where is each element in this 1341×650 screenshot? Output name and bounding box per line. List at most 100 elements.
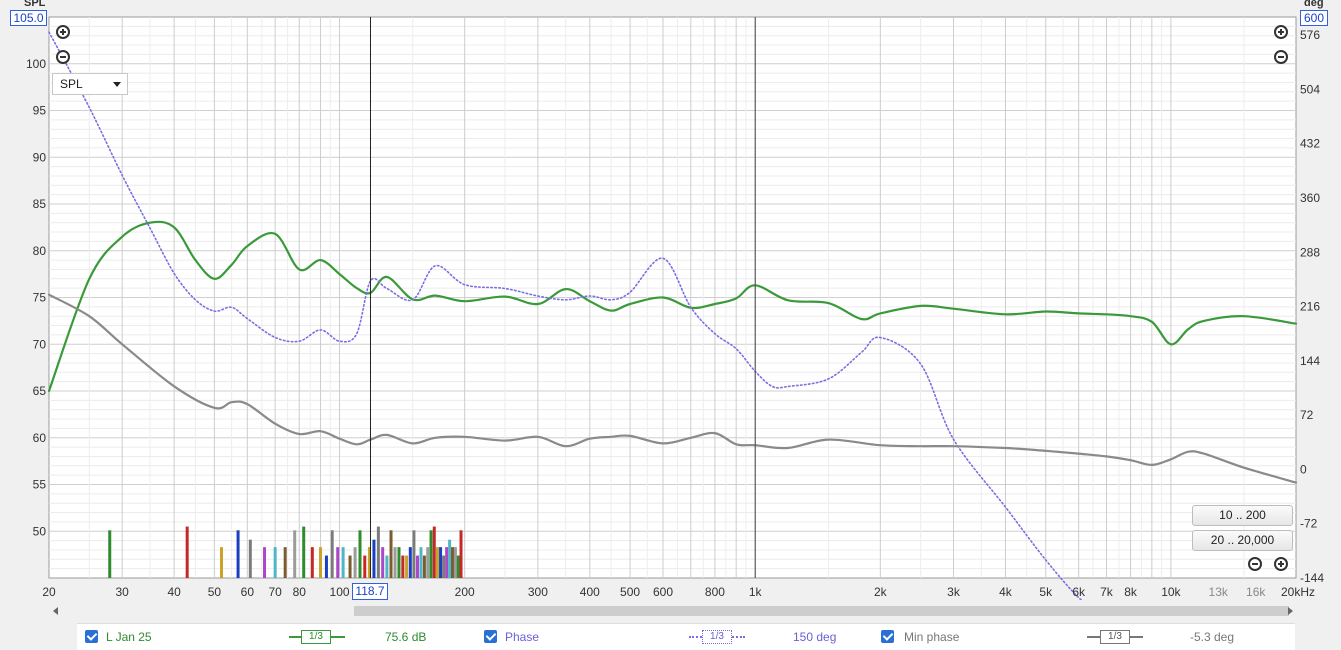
marker-bar	[319, 547, 323, 578]
marker-bar	[310, 547, 314, 578]
marker-bar	[426, 547, 430, 578]
marker-bar	[422, 555, 426, 578]
y2-tick-label: 360	[1300, 191, 1320, 205]
x-tick-label: 40	[167, 585, 181, 599]
marker-bar	[283, 547, 287, 578]
marker-bar	[415, 555, 419, 578]
marker-bar	[405, 555, 409, 578]
marker-bar	[451, 547, 455, 578]
marker-bar	[429, 530, 433, 578]
right-axis-ticks: 576 504 432 360 288 216 144 72 0 -72 -144	[1300, 28, 1324, 585]
marker-bar	[432, 526, 436, 578]
x-tick-label: 10k	[1161, 585, 1181, 599]
horizontal-scrollbar[interactable]	[50, 603, 1296, 619]
x-tick-label: 70	[268, 585, 282, 599]
marker-bar	[302, 526, 306, 578]
zoom-out-right-icon[interactable]	[1274, 50, 1288, 64]
x-tick-label: 50	[208, 585, 222, 599]
marker-bar	[353, 547, 357, 578]
marker-bar	[459, 530, 463, 578]
x-tick-label: 6k	[1072, 585, 1086, 599]
y2-tick-label: -72	[1300, 517, 1318, 531]
marker-bar	[363, 555, 367, 578]
right-axis-unit: deg	[1304, 0, 1324, 9]
legend-minphase-smoothing[interactable]: 1/3	[1100, 630, 1130, 644]
legend-phase-name: Phase	[505, 630, 540, 644]
legend-minphase: Min phase 1/3 -5.3 deg	[877, 624, 1295, 650]
marker-bar	[397, 547, 401, 578]
scroll-left-icon[interactable]	[53, 607, 58, 615]
range-20-20000-button[interactable]: 20 .. 20,000	[1192, 530, 1293, 551]
legend-phase-value: 150 deg	[793, 630, 837, 644]
legend-minphase-value: -5.3 deg	[1190, 630, 1235, 644]
marker-bar	[453, 547, 457, 578]
x-tick-label: 100	[330, 585, 350, 599]
zoom-in-left-icon[interactable]	[56, 25, 70, 39]
x-tick-label: 200	[455, 585, 475, 599]
marker-bar	[248, 539, 252, 578]
y-tick-label: 90	[33, 150, 47, 164]
marker-bar	[348, 555, 352, 578]
marker-bar	[456, 555, 460, 578]
marker-bar	[108, 530, 112, 578]
x-tick-label: 8k	[1124, 585, 1138, 599]
marker-bar	[389, 530, 393, 578]
right-axis-top-value[interactable]: 600	[1300, 10, 1328, 26]
zoom-in-x-icon[interactable]	[1274, 557, 1288, 571]
scroll-right-icon[interactable]	[1288, 607, 1293, 615]
legend-minphase-checkbox[interactable]	[881, 630, 894, 643]
y2-tick-label: 432	[1300, 137, 1320, 151]
y2-tick-label: 216	[1300, 300, 1320, 314]
range-10-200-button[interactable]: 10 .. 200	[1192, 505, 1293, 526]
x-tick-label: 30	[116, 585, 130, 599]
y2-tick-label: 144	[1300, 354, 1320, 368]
grid-lines	[49, 17, 1296, 578]
x-tick-label: 20kHz	[1281, 585, 1315, 599]
y2-tick-label: -144	[1300, 571, 1324, 585]
legend-spl-value: 75.6 dB	[385, 630, 427, 644]
x-tick-label: 300	[528, 585, 548, 599]
x-tick-label: 16k	[1246, 585, 1266, 599]
y-tick-label: 95	[33, 104, 47, 118]
scroll-thumb[interactable]	[354, 606, 1289, 616]
y-tick-label: 100	[26, 57, 46, 71]
marker-bar	[273, 547, 277, 578]
y-tick-label: 75	[33, 291, 47, 305]
zoom-out-x-icon[interactable]	[1248, 557, 1262, 571]
x-tick-label: 5k	[1039, 585, 1053, 599]
y2-tick-label: 504	[1300, 82, 1320, 96]
y-tick-label: 55	[33, 478, 47, 492]
marker-bar	[372, 539, 376, 578]
legend-phase-checkbox[interactable]	[484, 630, 497, 643]
x-tick-label: 500	[620, 585, 640, 599]
zoom-out-left-icon[interactable]	[56, 50, 70, 64]
marker-bar	[324, 555, 328, 578]
marker-bar	[385, 555, 389, 578]
left-axis-top-value[interactable]: 105.0	[10, 10, 47, 26]
frequency-response-chart[interactable]: 100 95 90 85 80 75 70 65 60 55 50 576 504 432 360 288 2…	[0, 0, 1341, 600]
x-tick-label: 3k	[947, 585, 961, 599]
marker-bar	[341, 547, 345, 578]
measurement-select[interactable]: SPL	[52, 73, 128, 95]
cursor-frequency-label[interactable]: 118.7	[352, 583, 388, 600]
x-tick-label: 1k	[749, 585, 763, 599]
legend-spl: L Jan 25 1/3 75.6 dB	[77, 624, 477, 650]
legend-phase-smoothing[interactable]: 1/3	[702, 630, 732, 644]
y-tick-label: 60	[33, 431, 47, 445]
x-tick-label: 800	[705, 585, 725, 599]
marker-bar	[358, 530, 362, 578]
marker-bar	[330, 530, 334, 578]
marker-bar	[185, 526, 189, 578]
left-axis-ticks: 100 95 90 85 80 75 70 65 60 55 50	[26, 57, 46, 539]
x-tick-label: 4k	[999, 585, 1013, 599]
x-axis-ticks: 20 30 40 50 60 70 80 100 200 300 400 500 600 800 1k 2k 3…	[42, 585, 1315, 599]
y2-tick-label: 0	[1300, 462, 1307, 476]
legend-spl-checkbox[interactable]	[85, 630, 98, 643]
x-tick-label: 400	[580, 585, 600, 599]
x-tick-label: 80	[293, 585, 307, 599]
legend-spl-smoothing[interactable]: 1/3	[301, 630, 331, 644]
measurement-select-value: SPL	[60, 77, 83, 91]
legend-spl-name: L Jan 25	[106, 630, 152, 644]
zoom-in-right-icon[interactable]	[1274, 25, 1288, 39]
left-axis-unit: SPL	[24, 0, 46, 9]
